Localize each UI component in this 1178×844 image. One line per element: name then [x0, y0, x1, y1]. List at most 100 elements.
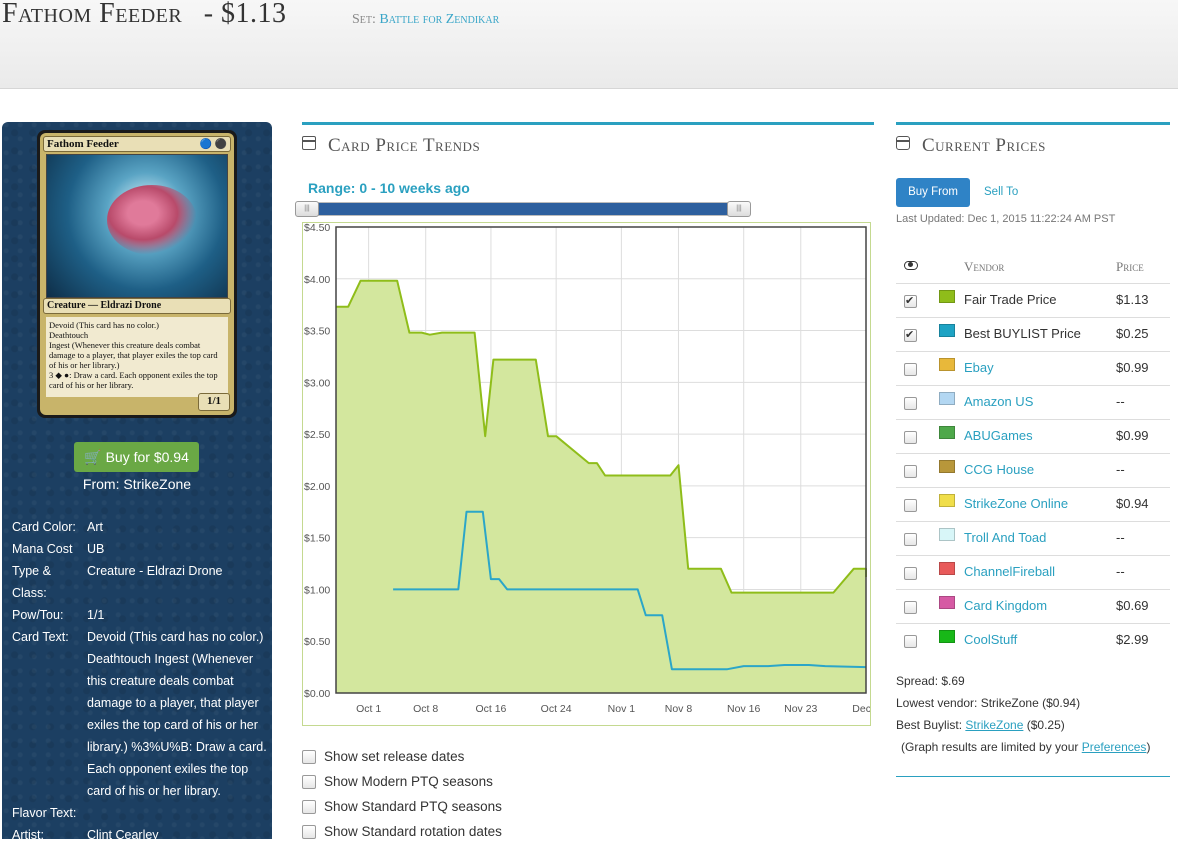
vendor-name[interactable]: StrikeZone Online: [964, 496, 1068, 511]
range-label: Range: 0 - 10 weeks ago: [308, 180, 470, 196]
info-key: Flavor Text:: [12, 806, 77, 820]
vendor-checkbox[interactable]: [904, 601, 917, 614]
info-key: Type & Class:: [12, 564, 51, 600]
y-tick-label: $1.00: [304, 584, 330, 596]
checkbox[interactable]: [302, 799, 316, 814]
checkbox[interactable]: [302, 824, 316, 839]
option-set-release-dates[interactable]: Show set release dates: [302, 744, 502, 769]
range-slider-start-handle[interactable]: [295, 201, 319, 217]
price-column-header: Price: [1116, 259, 1144, 274]
vendor-color-swatch: [939, 528, 955, 541]
range-slider-end-handle[interactable]: [727, 201, 751, 217]
y-tick-label: $2.50: [304, 429, 330, 441]
tab-sell-to[interactable]: Sell To: [984, 178, 1018, 207]
info-value: [87, 802, 267, 824]
vendor-checkbox[interactable]: [904, 431, 917, 444]
card-name: Fathom Feeder: [2, 0, 183, 29]
price-chart: $0.00 $0.50 $1.00 $1.50 $2.00 $2.50 $3.00 $3.50…: [302, 222, 871, 726]
vendor-table: Vendor Price Fair Trade Price $1.13 Best B…: [896, 248, 1170, 657]
card-image-type: Creature — Eldrazi Drone: [43, 298, 231, 314]
mana-symbols-icon: 🔵 ⚫: [199, 139, 227, 150]
option-label: Show set release dates: [324, 749, 465, 764]
vendor-color-swatch: [939, 460, 955, 473]
vendor-price: $1.13: [1116, 292, 1149, 307]
vendor-price: $0.94: [1116, 496, 1149, 511]
card-art: [46, 154, 228, 298]
x-tick-label: Oct 24: [541, 703, 572, 715]
info-key: Card Color:: [12, 520, 76, 534]
vendor-color-swatch: [939, 630, 955, 643]
checkbox[interactable]: [302, 774, 316, 789]
card-image-name-text: Fathom Feeder: [47, 138, 119, 150]
tab-buy-from[interactable]: Buy From: [896, 178, 970, 207]
x-tick-label: Oct 8: [413, 703, 438, 715]
vendor-row: Fair Trade Price $1.13: [896, 283, 1170, 317]
option-label: Show Modern PTQ seasons: [324, 774, 493, 789]
option-standard-rotation[interactable]: Show Standard rotation dates: [302, 819, 502, 844]
vendor-name[interactable]: CCG House: [964, 462, 1034, 477]
vendor-name: Fair Trade Price: [964, 292, 1057, 307]
info-key: Mana Cost: [12, 542, 73, 556]
vendor-name[interactable]: Ebay: [964, 360, 994, 375]
buy-button-label: Buy for $0.94: [105, 449, 189, 465]
vendor-checkbox[interactable]: [904, 499, 917, 512]
y-tick-label: $4.50: [304, 223, 330, 234]
vendor-price: $0.69: [1116, 598, 1149, 613]
option-modern-ptq[interactable]: Show Modern PTQ seasons: [302, 769, 502, 794]
y-tick-label: $1.50: [304, 533, 330, 545]
card-text-line: Ingest (Whenever this creature deals com…: [49, 340, 218, 370]
info-value: Devoid (This card has no color.) Deathto…: [87, 630, 267, 798]
range-slider[interactable]: [295, 201, 751, 217]
best-buylist-prefix: Best Buylist:: [896, 718, 966, 732]
buy-from-text: From: StrikeZone: [82, 476, 192, 492]
set-label: Set:: [352, 12, 376, 27]
vendor-checkbox[interactable]: [904, 567, 917, 580]
card-image-name: Fathom Feeder 🔵 ⚫: [43, 136, 231, 152]
info-value: Clint Cearley: [87, 828, 159, 839]
y-tick-label: $0.50: [304, 636, 330, 648]
buy-button[interactable]: 🛒 Buy for $0.94: [74, 442, 199, 472]
x-tick-label: Dec 1: [852, 703, 870, 715]
vendor-checkbox[interactable]: [904, 533, 917, 546]
info-value: 1/1: [87, 608, 105, 622]
vendor-row: Amazon US --: [896, 385, 1170, 419]
graph-note-suffix: ): [1146, 740, 1151, 754]
price-stats: Spread: $.69 Lowest vendor: StrikeZone (…: [896, 670, 1150, 758]
y-tick-label: $2.00: [304, 481, 330, 493]
vendor-name[interactable]: Troll And Toad: [964, 530, 1046, 545]
vendor-checkbox[interactable]: [904, 397, 917, 410]
vendor-checkbox[interactable]: [904, 635, 917, 648]
vendor-name[interactable]: ABUGames: [964, 428, 1033, 443]
checkbox[interactable]: [302, 749, 316, 764]
info-row: Card Color: Art: [12, 516, 267, 538]
vendor-row: ChannelFireball --: [896, 555, 1170, 589]
best-buylist-link[interactable]: StrikeZone: [965, 718, 1023, 732]
vendor-price: --: [1116, 394, 1125, 409]
vendor-checkbox[interactable]: [904, 294, 917, 308]
section-divider: [302, 122, 874, 125]
chart-options: Show set release dates Show Modern PTQ s…: [302, 744, 502, 844]
vendor-name[interactable]: Card Kingdom: [964, 598, 1047, 613]
option-standard-ptq[interactable]: Show Standard PTQ seasons: [302, 794, 502, 819]
vendor-checkbox[interactable]: [904, 328, 917, 342]
x-tick-label: Nov 16: [727, 703, 760, 715]
vendor-checkbox[interactable]: [904, 465, 917, 478]
card-text-line: 3 ◆ ●: Draw a card. Each opponent exiles…: [49, 370, 218, 390]
vendor-name[interactable]: ChannelFireball: [964, 564, 1055, 579]
vendor-color-swatch: [939, 290, 955, 303]
vendor-name[interactable]: CoolStuff: [964, 632, 1017, 647]
vendor-name[interactable]: Amazon US: [964, 394, 1033, 409]
info-key: Card Text:: [12, 630, 69, 644]
set-link[interactable]: Battle for Zendikar: [379, 12, 499, 27]
lowest-vendor-text: Lowest vendor: StrikeZone ($0.94): [896, 696, 1081, 710]
vendor-row: Troll And Toad --: [896, 521, 1170, 555]
vendor-price: $2.99: [1116, 632, 1149, 647]
vendor-color-swatch: [939, 358, 955, 371]
money-icon: [896, 136, 910, 150]
preferences-link[interactable]: Preferences: [1082, 740, 1147, 754]
price-trends-heading: Card Price Trends: [302, 135, 874, 159]
calendar-icon: [302, 136, 316, 150]
vendor-checkbox[interactable]: [904, 363, 917, 376]
x-tick-label: Oct 1: [356, 703, 381, 715]
vendor-table-header: Vendor Price: [896, 248, 1170, 283]
